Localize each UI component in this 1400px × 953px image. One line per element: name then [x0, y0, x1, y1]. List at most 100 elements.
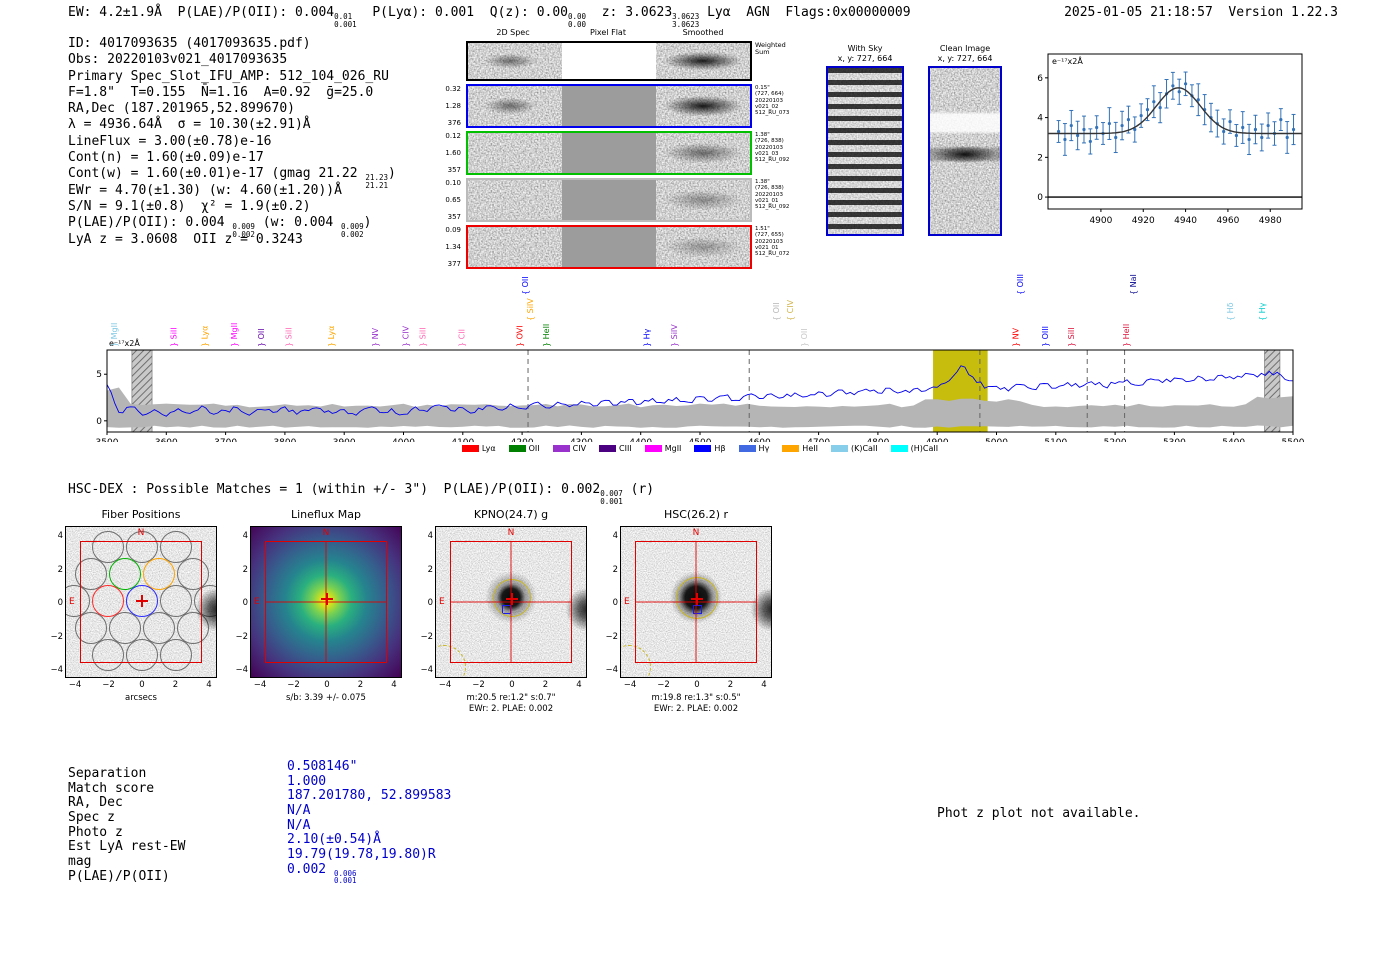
cutout-panel-4: HSC(26.2) r N E 4 −4 2 −2 0 0 −2 2 −4 4 m:19.8 re:1.3…	[602, 508, 772, 714]
cutout-panel-2: Lineflux Map N E 4 −4 2 −2 0 0 −2 2 −4 4 s/b: 3.39 +/…	[232, 508, 402, 714]
fiber-id-labels: Weighted Sum	[752, 41, 806, 81]
info-text: λ = 4936.64Å σ = 10.30(±2.91)Å	[68, 117, 311, 133]
hsc-match-header: HSC-DEX : Possible Matches = 1 (within +…	[68, 482, 654, 505]
fiber-id-line: 512_RU_073	[755, 110, 790, 117]
xlabel-line: m:20.5 re:1.2" s:0.7"	[466, 693, 556, 703]
x-tick-label: 4	[391, 680, 397, 690]
y-tick-label: −2	[605, 631, 618, 642]
info-line: EWr = 4.70(±1.30) (w: 4.60(±1.20))Å	[68, 183, 396, 199]
y-tick-label: 4	[612, 531, 618, 541]
twod-spec-image	[468, 86, 562, 126]
weight-value: 0.12	[445, 132, 461, 140]
x-tick-label: 5300	[1163, 438, 1186, 442]
match-table-row: Separation 0.508146"	[68, 759, 357, 781]
xlabel-line: EWr: 2. PLAE: 0.002	[468, 703, 554, 714]
noise-rect	[468, 180, 562, 220]
y-tick-label: 0	[427, 598, 433, 608]
cutout-xlabel: m:20.5 re:1.2" s:0.7" EWr: 2. PLAE: 0.002	[435, 693, 587, 714]
match-table-row: Match score 1.000	[68, 774, 326, 796]
match-field-value: 0.508146"	[287, 759, 357, 774]
y-tick-label: −4	[50, 665, 63, 675]
with-sky-panel: With Sky x, y: 727, 664	[826, 44, 904, 236]
y-tick-label: 4	[242, 531, 248, 541]
match-field-label: Photo z	[68, 824, 123, 840]
emission-line-label: } MgII	[230, 323, 239, 347]
match-value-text: 2.10(±0.54)Å	[287, 832, 381, 848]
info-text: EWr = 4.70(±1.30) (w: 4.60(±1.20))Å	[68, 182, 342, 198]
cutout-plot: N E 4 −4 2 −2 0 0 −2 2 −4 4	[420, 526, 587, 690]
legend-label: CIV	[572, 444, 587, 453]
cutout-plot: N E 4 −4 2 −2 0 0 −2 2 −4 4	[50, 526, 217, 690]
info-text: Obs: 20220103v021_4017093635	[68, 52, 288, 68]
legend-label: Hβ	[714, 444, 726, 453]
legend-item: CIII	[599, 444, 632, 453]
match-field-label: Match score	[68, 780, 155, 796]
x-tick-label: 5200	[1104, 438, 1127, 442]
match-value-text: 187.201780, 52.899583	[287, 788, 452, 804]
emission-line-label: } MgII	[110, 323, 119, 347]
elixer-report-page: EW: 4.2±1.9Å P(LAE)/P(OII): 0.004 0.01 0.0…	[0, 0, 1400, 953]
lower-uncertainty: 0.002	[341, 229, 364, 239]
y-tick-label: 0	[612, 598, 618, 608]
cutout-title: KPNO(24.7) g	[473, 508, 549, 521]
weight-value: 0.32	[445, 85, 461, 93]
data-point	[1139, 114, 1143, 118]
x-tick-label: 0	[324, 680, 330, 690]
cutout-panel-1: Fiber Positions N E 4 −4 2 −2 0 0 −2 2 −4 4 arcsecs	[47, 508, 217, 714]
match-field-label: P(LAE)/P(OII)	[68, 868, 170, 884]
fiber-id-line: 512_RU_072	[755, 251, 790, 258]
info-text: Cont(w) = 1.60(±0.01)e-17 (gmag 21.22	[68, 166, 366, 182]
x-tick-label: 4	[206, 680, 212, 690]
match-field-value: 187.201780, 52.899583	[287, 788, 451, 803]
sky-panel-title: Clean Image	[939, 44, 991, 53]
stacked-uncertainty: 3.0623 3.0623	[672, 13, 699, 28]
x-tick-label: 3900	[333, 438, 356, 442]
east-label: E	[624, 597, 630, 607]
match-field-value: 1.000	[287, 774, 326, 789]
match-field-label: RA, Dec	[68, 795, 123, 811]
sky-panel-coords: x, y: 727, 664	[837, 54, 893, 63]
y-tick-label: 0	[96, 417, 102, 427]
x-tick-label: 2	[542, 680, 549, 690]
match-field-label: Est LyA rest-EW	[68, 839, 186, 855]
fiber-id-line: 512_RU_092	[755, 157, 790, 164]
info-text: RA,Dec (187.201965,52.899670)	[68, 101, 295, 117]
emission-line-label: } HeII	[1122, 324, 1131, 347]
spec2d-column-headers: 2D Spec Pixel Flat Smoothed	[438, 28, 810, 41]
y-tick-label: −4	[235, 665, 248, 675]
data-point	[1266, 123, 1270, 128]
match-field-label: Separation	[68, 766, 147, 781]
x-tick-label: 2	[727, 680, 734, 690]
x-tick-label: 4940	[1174, 216, 1197, 226]
fiber-id-line: 512_RU_092	[755, 204, 790, 211]
emission-blob-faint	[468, 86, 562, 126]
info-line: RA,Dec (187.201965,52.899670)	[68, 101, 396, 117]
stacked-uncertainty: 0.007 0.001	[600, 490, 623, 505]
weight-value: 1.28	[445, 102, 461, 110]
timestamp: 2025-01-05 21:18:57 Version 1.22.3	[1064, 5, 1338, 20]
x-tick-label: −4	[68, 680, 82, 690]
emission-blob	[656, 180, 750, 220]
clean-image-panel: Clean Image x, y: 727, 664	[928, 44, 1002, 236]
noise-rect	[468, 133, 562, 173]
lower-uncertainty: 0.00	[568, 19, 587, 29]
x-tick-label: −2	[287, 680, 300, 690]
y-tick-label: −2	[235, 631, 248, 642]
spectrum-legend: Lyα OII CIV CIII MgII Hβ Hγ HeII (K)CaII (H)CaII	[0, 444, 1400, 453]
legend-swatch	[508, 445, 526, 452]
y-tick-label: 6	[1037, 74, 1043, 84]
pixel-flat-image	[562, 133, 656, 173]
x-tick-label: 4920	[1132, 216, 1155, 226]
emission-line-label: { OII	[772, 302, 781, 321]
info-text: S/N = 9.1(±0.8) χ² = 1.9(±0.2)	[68, 198, 311, 214]
cutout-panel-3: KPNO(24.7) g N E 4 −4 2 −2 0 0 −2 2 −4 4 m:20.5 re:1.…	[417, 508, 587, 714]
fiber-weight-labels	[438, 41, 464, 81]
info-text: Primary Spec_Slot_IFU_AMP: 512_104_026_R…	[68, 68, 389, 84]
match-table: Separation 0.508146" Match score 1.000 RA, D…	[68, 759, 451, 884]
sky-panel-image	[826, 66, 904, 236]
x-tick-label: 4900	[1089, 216, 1112, 226]
data-point	[1183, 82, 1188, 86]
y-tick-label: −4	[605, 665, 618, 675]
noise-envelope	[107, 387, 1293, 428]
cutout-xlabel: m:19.8 re:1.3" s:0.5" EWr: 2. PLAE: 0.002	[620, 693, 772, 714]
